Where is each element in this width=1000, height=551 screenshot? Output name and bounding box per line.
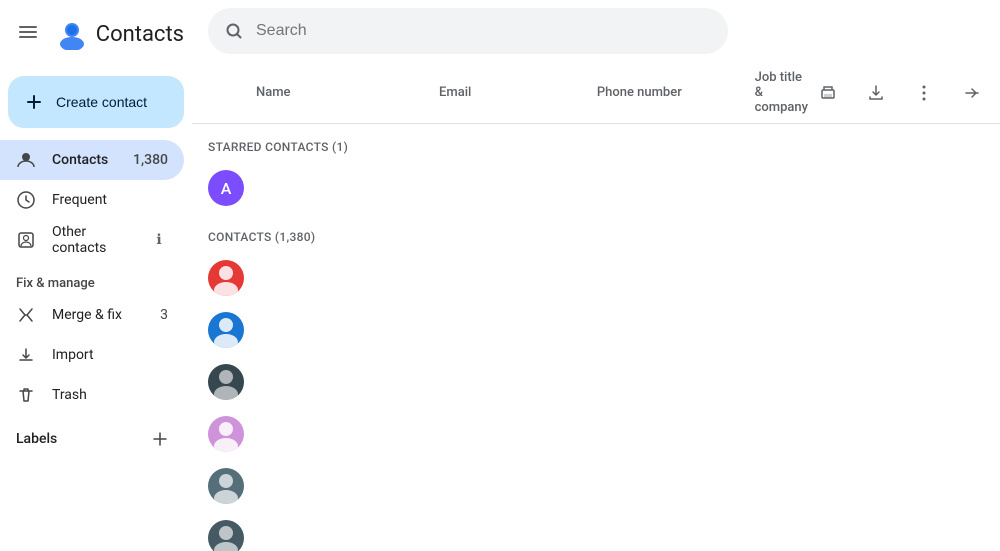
table-row[interactable]	[192, 460, 1000, 512]
frequent-icon	[16, 190, 36, 210]
import-icon	[16, 345, 36, 365]
sidebar-item-other-contacts[interactable]: Other contacts ℹ	[0, 220, 184, 260]
more-options-button[interactable]	[904, 73, 944, 113]
merge-fix-count: 3	[160, 307, 168, 323]
table-row[interactable]	[192, 356, 1000, 408]
table-actions	[808, 73, 1000, 113]
menu-bar: Contacts	[0, 8, 192, 68]
table-row[interactable]	[192, 304, 1000, 356]
col-email-header: Email	[439, 85, 597, 100]
expand-button[interactable]	[952, 73, 992, 113]
sidebar-item-trash[interactable]: Trash	[0, 375, 184, 415]
menu-button[interactable]	[16, 12, 40, 52]
trash-icon	[16, 385, 36, 405]
frequent-label: Frequent	[52, 192, 168, 208]
app-logo-icon	[56, 18, 88, 50]
nav-section-main: Contacts 1,380 Frequent Other c	[0, 140, 192, 260]
avatar: A	[208, 170, 244, 206]
search-icon	[224, 21, 244, 41]
merge-fix-icon	[16, 305, 36, 325]
merge-fix-label: Merge & fix	[52, 307, 144, 323]
trash-label: Trash	[52, 387, 168, 403]
contacts-list: STARRED CONTACTS (1) A CONTACTS (1,380)	[192, 124, 1000, 551]
main-content: Name Email Phone number Job title & comp…	[192, 0, 1000, 551]
avatar	[208, 468, 244, 504]
contacts-label: Contacts	[52, 152, 117, 168]
avatar	[208, 520, 244, 551]
sidebar-item-import[interactable]: Import	[0, 335, 184, 375]
starred-contact-row[interactable]: A	[192, 162, 1000, 214]
contacts-icon	[16, 150, 36, 170]
contacts-section-label: CONTACTS (1,380)	[192, 214, 1000, 252]
app-logo: Contacts	[56, 18, 184, 50]
avatar	[208, 260, 244, 296]
labels-section: Labels	[0, 415, 192, 459]
sidebar-item-merge-fix[interactable]: Merge & fix 3	[0, 295, 184, 335]
sidebar-item-frequent[interactable]: Frequent	[0, 180, 184, 220]
col-phone-header: Phone number	[597, 85, 755, 100]
add-label-button[interactable]	[144, 423, 176, 455]
other-contacts-icon	[16, 230, 36, 250]
other-contacts-info-icon[interactable]: ℹ	[150, 231, 168, 249]
avatar	[208, 312, 244, 348]
app-title: Contacts	[96, 22, 184, 47]
table-row[interactable]	[192, 252, 1000, 304]
sidebar-item-contacts[interactable]: Contacts 1,380	[0, 140, 184, 180]
starred-section-label: STARRED CONTACTS (1)	[192, 124, 1000, 162]
labels-title: Labels	[16, 431, 144, 447]
other-contacts-label: Other contacts	[52, 224, 134, 256]
search-input[interactable]	[256, 22, 712, 40]
search-bar-container	[192, 0, 1000, 62]
fix-manage-header: Fix & manage	[0, 264, 192, 295]
sidebar: Contacts Create contact Contacts 1,380	[0, 0, 192, 551]
table-header: Name Email Phone number Job title & comp…	[192, 62, 1000, 124]
import-label: Import	[52, 347, 168, 363]
avatar	[208, 416, 244, 452]
plus-icon	[24, 92, 44, 112]
col-name-header: Name	[208, 85, 439, 100]
search-bar	[208, 8, 728, 54]
col-job-header: Job title & company	[755, 70, 808, 115]
create-contact-label: Create contact	[56, 94, 147, 110]
contacts-count: 1,380	[133, 152, 168, 168]
table-row[interactable]	[192, 512, 1000, 551]
avatar	[208, 364, 244, 400]
print-button[interactable]	[808, 73, 848, 113]
table-row[interactable]	[192, 408, 1000, 460]
export-button[interactable]	[856, 73, 896, 113]
create-contact-button[interactable]: Create contact	[8, 76, 184, 128]
nav-section-fix-manage: Fix & manage Merge & fix 3 Import	[0, 264, 192, 415]
